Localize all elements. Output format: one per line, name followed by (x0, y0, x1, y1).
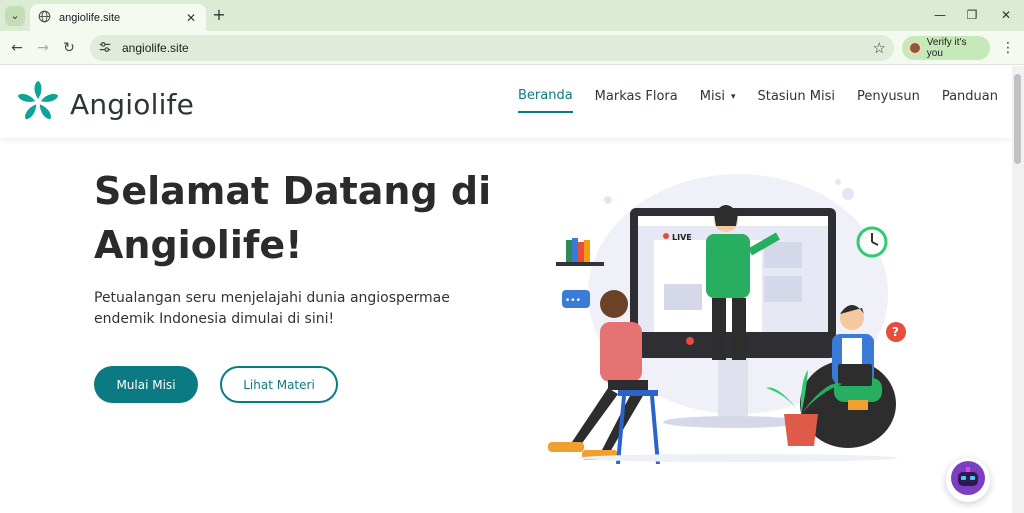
nav-item-panduan[interactable]: Panduan (942, 89, 998, 112)
new-tab-button[interactable]: + (210, 6, 228, 24)
tab-title: angiolife.site (59, 11, 121, 24)
view-materials-button[interactable]: Lihat Materi (220, 366, 338, 403)
url-text[interactable]: angiolife.site (122, 41, 873, 55)
site-header: Angiolife Beranda Markas Flora Misi ▾ Sta… (0, 66, 1012, 138)
close-icon[interactable]: ✕ (184, 11, 198, 25)
flower-logo-icon (16, 80, 60, 128)
page-scrollbar-thumb[interactable] (1014, 74, 1021, 164)
star-icon[interactable]: ☆ (873, 39, 886, 57)
close-window-button[interactable]: ✕ (996, 6, 1016, 24)
restore-button[interactable]: ❐ (962, 6, 982, 24)
start-mission-button[interactable]: Mulai Misi (94, 366, 198, 403)
nav-item-stasiun-misi[interactable]: Stasiun Misi (757, 89, 835, 112)
verify-button[interactable]: Verify it's you (902, 36, 990, 60)
minimize-button[interactable]: — (930, 6, 950, 24)
site-logo[interactable]: Angiolife (16, 80, 194, 128)
web-page: Angiolife Beranda Markas Flora Misi ▾ Sta… (0, 66, 1024, 513)
chatbot-button[interactable] (946, 458, 990, 502)
chevron-down-icon: ▾ (730, 91, 736, 102)
hero-illustration: LIVE 72 ••• (538, 174, 918, 465)
help-mark: ? (892, 325, 899, 339)
nav-item-markas-flora[interactable]: Markas Flora (595, 89, 678, 112)
forward-button[interactable]: → (34, 39, 52, 57)
hero-subtitle: Petualangan seru menjelajahi dunia angio… (94, 290, 450, 327)
hero-title: Selamat Datang di Angiolife! (94, 169, 492, 267)
address-bar[interactable]: angiolife.site ☆ (90, 35, 894, 61)
tune-icon[interactable] (98, 39, 112, 58)
browser-tab-strip: ⌄ angiolife.site ✕ + — ❐ ✕ (0, 0, 1024, 31)
globe-icon (38, 8, 51, 27)
nav-item-misi[interactable]: Misi ▾ (700, 89, 736, 112)
nav-item-penyusun[interactable]: Penyusun (857, 89, 920, 112)
more-menu-icon[interactable]: ⋮ (1001, 39, 1015, 57)
live-label: LIVE (672, 233, 692, 242)
tab-search-button[interactable]: ⌄ (5, 6, 25, 26)
chat-dots: ••• (565, 296, 581, 306)
brand-name: Angiolife (70, 87, 195, 121)
avatar (908, 41, 922, 55)
browser-tab[interactable]: angiolife.site ✕ (30, 4, 206, 31)
nav-item-beranda[interactable]: Beranda (517, 88, 573, 113)
chevron-down-icon: ⌄ (10, 9, 20, 22)
robot-icon (950, 460, 986, 500)
verify-label: Verify it's you (926, 37, 967, 59)
reload-button[interactable]: ↻ (60, 39, 78, 57)
browser-toolbar: ← → ↻ angiolife.site ☆ Verify it's you ⋮ (0, 31, 1024, 65)
back-button[interactable]: ← (8, 39, 26, 57)
main-nav: Beranda Markas Flora Misi ▾ Stasiun Misi … (496, 88, 998, 113)
